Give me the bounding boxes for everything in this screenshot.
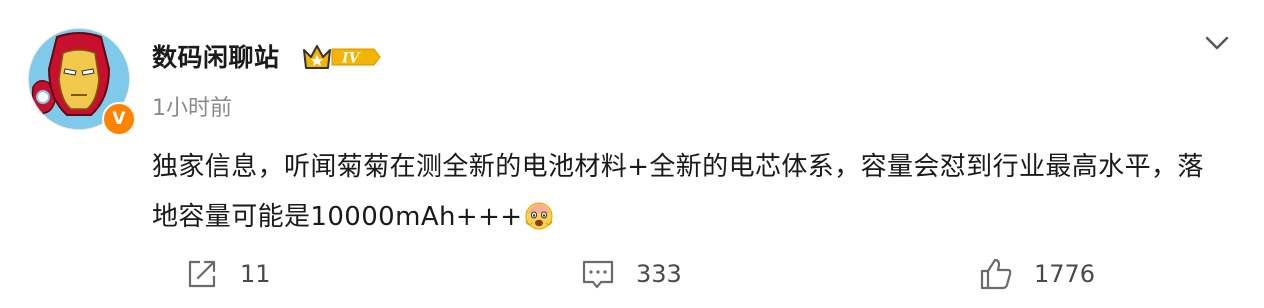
like-button[interactable]: 1776	[978, 254, 1095, 294]
chevron-down-icon[interactable]	[1200, 28, 1234, 58]
crown-icon	[303, 45, 331, 69]
author-name[interactable]: 数码闲聊站	[152, 38, 280, 74]
repost-button[interactable]: 11	[184, 254, 271, 294]
comment-count: 333	[636, 260, 682, 288]
share-icon	[188, 260, 216, 288]
post-content: 独家信息，听闻菊菊在测全新的电池材料+全新的电芯体系，容量会怼到行业最高水平，落…	[152, 142, 1222, 242]
comment-button[interactable]: 333	[580, 254, 682, 294]
like-count: 1776	[1034, 260, 1096, 288]
level-text: IV	[341, 51, 362, 67]
post-timestamp: 1小时前	[152, 96, 232, 121]
verified-badge: V	[102, 102, 136, 136]
thumbs-up-icon	[980, 258, 1012, 290]
post-text: 独家信息，听闻菊菊在测全新的电池材料+全新的电芯体系，容量会怼到行业最高水平，落…	[152, 152, 1204, 232]
repost-count: 11	[240, 260, 271, 288]
shocked-face-emoji	[525, 202, 554, 230]
comment-icon	[582, 260, 614, 289]
weibo-post: V 数码闲聊站 IV 1小时前 独家信息，听闻菊菊在测全新的电池材料+全新的电芯…	[0, 0, 1264, 308]
level-badge[interactable]: IV	[302, 42, 382, 72]
